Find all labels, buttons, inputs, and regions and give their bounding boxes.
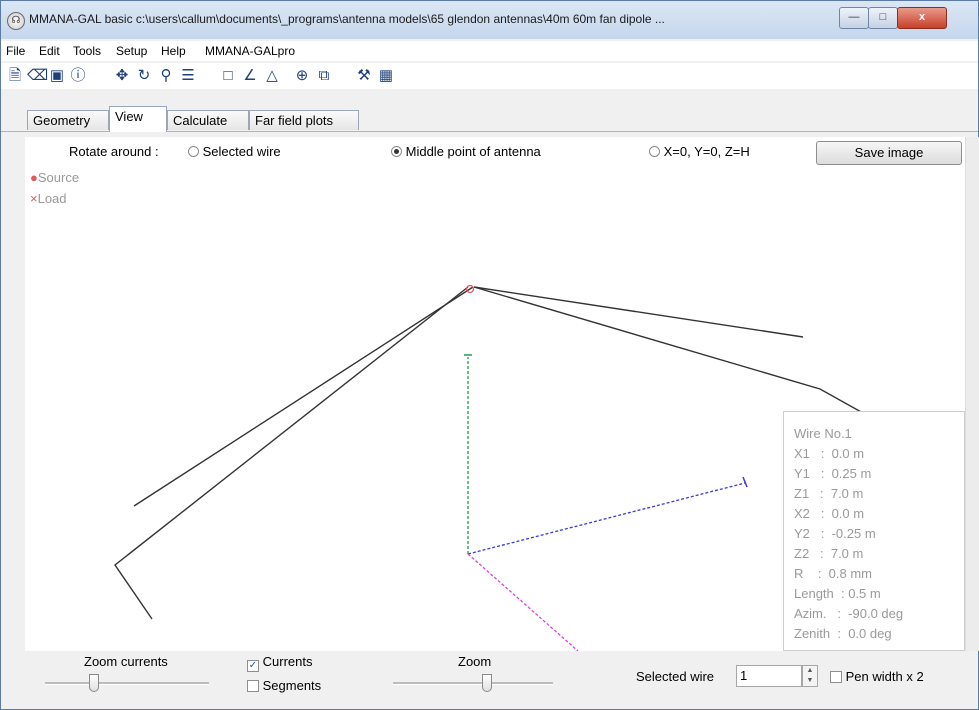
legend-source: ●Source	[30, 170, 79, 185]
wires-icon[interactable]: ☰	[179, 67, 197, 85]
wire-info-line: Zenith : 0.0 deg	[794, 626, 892, 641]
save-image-button[interactable]: Save image	[816, 141, 962, 165]
y-axis	[467, 553, 579, 651]
zoom-icon[interactable]: ⚲	[157, 67, 175, 85]
wire-info-line: Wire No.1	[794, 426, 852, 441]
move-icon[interactable]: ✥	[113, 67, 131, 85]
app-icon: ☊	[7, 12, 25, 30]
window-title: MMANA-GAL basic c:\users\callum\document…	[29, 12, 665, 26]
selected-wire-label: Selected wire	[636, 669, 715, 684]
menu-help[interactable]: Help	[161, 44, 186, 58]
segments-checkbox-row[interactable]: Segments	[247, 678, 321, 693]
angle-icon[interactable]: ∠	[241, 67, 259, 85]
tab-strip: Geometry View Calculate Far field plots	[1, 106, 978, 132]
calculator-icon[interactable]: ▦	[377, 67, 395, 85]
pen-width-checkbox[interactable]	[830, 671, 842, 683]
wire-left-upper	[133, 286, 474, 507]
radio-origin-circle[interactable]	[649, 146, 660, 157]
wire-info-line: X1 : 0.0 m	[794, 446, 865, 461]
legend-source-label: Source	[37, 170, 80, 185]
pen-width-checkbox-row[interactable]: Pen width x 2	[830, 669, 924, 684]
radio-selected-wire[interactable]: Selected wire	[188, 144, 281, 159]
save-icon[interactable]: ▣	[48, 67, 66, 85]
menu-bar: File Edit Tools Setup Help MMANA-GALpro	[1, 41, 978, 61]
segments-label: Segments	[262, 678, 322, 693]
wire-info-line: Z1 : 7.0 m	[794, 486, 864, 501]
load-legend-icon: ×	[30, 191, 38, 206]
menu-mmana-galpro[interactable]: MMANA-GALpro	[205, 44, 295, 58]
info-icon[interactable]: ⓘ	[69, 67, 87, 85]
vertical-scrollbar[interactable]	[965, 137, 979, 651]
zoom-label: Zoom	[458, 654, 492, 669]
copy-icon[interactable]: ⧉	[315, 67, 333, 85]
source-legend-icon: ●	[30, 170, 38, 185]
minimize-button[interactable]: —	[839, 7, 869, 29]
menu-tools[interactable]: Tools	[73, 44, 101, 58]
wire-info-panel: Wire No.1 X1 : 0.0 m Y1 : 0.25 m Z1 : 7.…	[783, 411, 965, 651]
radio-middle-point[interactable]: Middle point of antenna	[391, 144, 541, 159]
tab-calculate[interactable]: Calculate	[167, 110, 249, 130]
wire-info-line: Y2 : -0.25 m	[794, 526, 876, 541]
menu-file[interactable]: File	[6, 44, 25, 58]
menu-setup[interactable]: Setup	[116, 44, 147, 58]
zoom-thumb[interactable]	[482, 674, 492, 692]
legend-load: ×Load	[30, 191, 67, 206]
wire-right-upper	[473, 286, 804, 338]
currents-checkbox[interactable]: ✓	[247, 660, 259, 672]
wire-info-line: R : 0.8 mm	[794, 566, 873, 581]
radio-origin[interactable]: X=0, Y=0, Z=H	[649, 144, 750, 159]
close-button[interactable]: x	[897, 7, 947, 29]
radio-selected-wire-circle[interactable]	[188, 146, 199, 157]
wire-lines	[114, 286, 898, 620]
wire-info-line: Length : 0.5 m	[794, 586, 881, 601]
zoom-track[interactable]	[393, 682, 553, 685]
zoom-currents-label: Zoom currents	[84, 654, 168, 669]
legend-load-label: Load	[37, 191, 67, 206]
radio-middle-point-circle[interactable]	[391, 146, 402, 157]
radio-origin-label: X=0, Y=0, Z=H	[663, 144, 750, 159]
new-file-icon[interactable]: 🗎	[6, 67, 24, 85]
selected-wire-spinner[interactable]: ▲ ▼	[802, 665, 818, 687]
rotate-icon[interactable]: ↻	[135, 67, 153, 85]
pen-width-label: Pen width x 2	[845, 669, 924, 684]
currents-label: Currents	[262, 654, 313, 669]
tab-view[interactable]: View	[109, 106, 167, 132]
wire-info-line: Azim. : -90.0 deg	[794, 606, 904, 621]
wire-info-line: X2 : 0.0 m	[794, 506, 865, 521]
wire-left-lower	[114, 286, 469, 620]
currents-checkbox-row[interactable]: ✓ Currents	[247, 654, 312, 672]
wire-info-line: Z2 : 7.0 m	[794, 546, 864, 561]
axes	[467, 357, 746, 651]
spin-down-icon[interactable]: ▼	[803, 676, 817, 686]
toolbar: 🗎 ⌫ ▣ ⓘ ✥ ↻ ⚲ ☰ □ ∠ △ ⊕ ⧉ ⚒ ▦	[1, 63, 978, 89]
rotate-around-label: Rotate around :	[69, 144, 159, 159]
wire-info-line: Y1 : 0.25 m	[794, 466, 872, 481]
x-axis-arrow	[742, 476, 748, 488]
radio-selected-wire-label: Selected wire	[202, 144, 281, 159]
zoom-currents-track[interactable]	[45, 682, 209, 685]
menu-edit[interactable]: Edit	[39, 44, 60, 58]
x-axis	[467, 482, 746, 555]
maximize-button[interactable]: □	[868, 7, 898, 29]
tab-far-field-plots[interactable]: Far field plots	[249, 110, 359, 130]
tab-geometry[interactable]: Geometry	[27, 110, 109, 130]
target-icon[interactable]: ⊕	[293, 67, 311, 85]
title-bar[interactable]: ☊ MMANA-GAL basic c:\users\callum\docume…	[1, 1, 978, 39]
radio-middle-point-label: Middle point of antenna	[405, 144, 541, 159]
segments-checkbox[interactable]	[247, 680, 259, 692]
zoom-currents-thumb[interactable]	[89, 674, 99, 692]
tools-icon[interactable]: ⚒	[355, 67, 373, 85]
spin-up-icon[interactable]: ▲	[803, 666, 817, 676]
app-window: ☊ MMANA-GAL basic c:\users\callum\docume…	[0, 0, 979, 710]
open-folder-icon[interactable]: ⌫	[27, 67, 48, 85]
selected-wire-input[interactable]: 1	[736, 665, 802, 687]
triangle-icon[interactable]: △	[263, 67, 281, 85]
page-icon[interactable]: □	[219, 67, 237, 85]
